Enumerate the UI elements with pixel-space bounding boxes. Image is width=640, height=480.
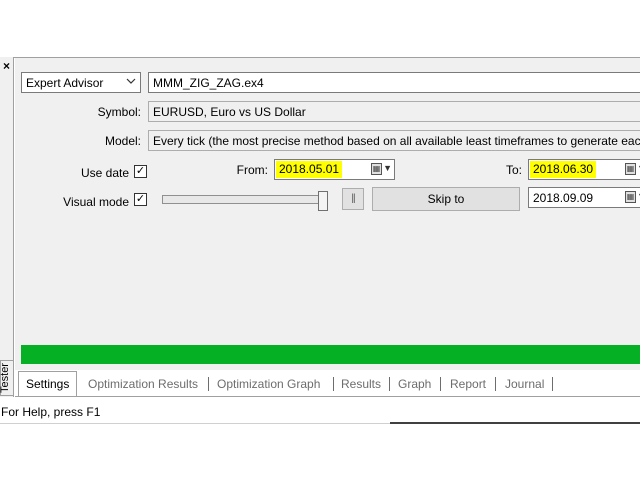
- visual-mode-label: Visual mode: [63, 195, 129, 209]
- model-label: Model:: [104, 134, 141, 148]
- tester-side-tab-label: Tester: [0, 363, 11, 393]
- skip-to-date-picker[interactable]: 2018.09.09 ▦ ▼: [528, 187, 640, 208]
- tabs-bottom-border: [15, 396, 640, 397]
- use-date-checkbox[interactable]: ✓: [134, 165, 147, 178]
- use-date-label: Use date: [80, 166, 129, 180]
- tab-report[interactable]: Report: [450, 374, 486, 396]
- tab-graph[interactable]: Graph: [398, 374, 431, 396]
- tab-separator: [208, 377, 209, 391]
- chevron-down-icon[interactable]: ▼: [383, 163, 392, 173]
- ea-file-value: MMM_ZIG_ZAG.ex4: [153, 76, 264, 90]
- from-date-picker[interactable]: 2018.05.01 ▦ ▼: [274, 159, 395, 180]
- tab-journal[interactable]: Journal: [505, 374, 544, 396]
- visual-mode-checkbox[interactable]: ✓: [134, 193, 147, 206]
- ea-type-value: Expert Advisor: [26, 76, 104, 90]
- tab-separator: [440, 377, 441, 391]
- skip-to-date-value: 2018.09.09: [533, 191, 594, 205]
- visual-speed-slider[interactable]: [162, 195, 328, 204]
- tester-tabs: Settings Optimization Results Optimizati…: [15, 371, 640, 397]
- to-date-value: 2018.06.30: [530, 161, 597, 178]
- calendar-icon[interactable]: ▦: [625, 163, 636, 175]
- to-label: To:: [505, 163, 522, 177]
- progress-bar: [21, 345, 640, 364]
- tab-separator: [333, 377, 334, 391]
- pause-button[interactable]: ||: [342, 188, 364, 210]
- visual-speed-slider-thumb[interactable]: [318, 191, 328, 211]
- skip-to-button[interactable]: Skip to: [372, 187, 520, 211]
- status-bar: For Help, press F1: [0, 400, 640, 424]
- ea-type-select[interactable]: Expert Advisor: [21, 72, 141, 93]
- ea-file-select[interactable]: MMM_ZIG_ZAG.ex4: [148, 72, 640, 93]
- symbol-select[interactable]: EURUSD, Euro vs US Dollar: [148, 101, 640, 122]
- tab-separator: [389, 377, 390, 391]
- tester-side-tab[interactable]: Tester: [0, 360, 14, 396]
- status-bar-divider: [0, 423, 390, 424]
- chevron-down-icon: [126, 75, 136, 89]
- model-value: Every tick (the most precise method base…: [153, 134, 640, 148]
- tester-frame-border: [0, 57, 14, 397]
- calendar-icon[interactable]: ▦: [625, 191, 636, 203]
- from-label: From:: [236, 163, 268, 177]
- symbol-value: EURUSD, Euro vs US Dollar: [153, 105, 306, 119]
- tab-optimization-graph[interactable]: Optimization Graph: [217, 374, 320, 396]
- tab-results[interactable]: Results: [341, 374, 381, 396]
- close-icon[interactable]: ×: [1, 60, 12, 72]
- model-select[interactable]: Every tick (the most precise method base…: [148, 130, 640, 151]
- status-text: For Help, press F1: [1, 405, 101, 419]
- tab-separator: [552, 377, 553, 391]
- tab-settings[interactable]: Settings: [18, 371, 78, 396]
- from-date-value: 2018.05.01: [276, 161, 343, 178]
- tab-optimization-results[interactable]: Optimization Results: [88, 374, 198, 396]
- symbol-label: Symbol:: [97, 105, 141, 119]
- tab-separator: [495, 377, 496, 391]
- status-bar-divider-dark: [390, 422, 640, 424]
- calendar-icon[interactable]: ▦: [371, 163, 382, 175]
- to-date-picker[interactable]: 2018.06.30 ▦ ▼: [528, 159, 640, 180]
